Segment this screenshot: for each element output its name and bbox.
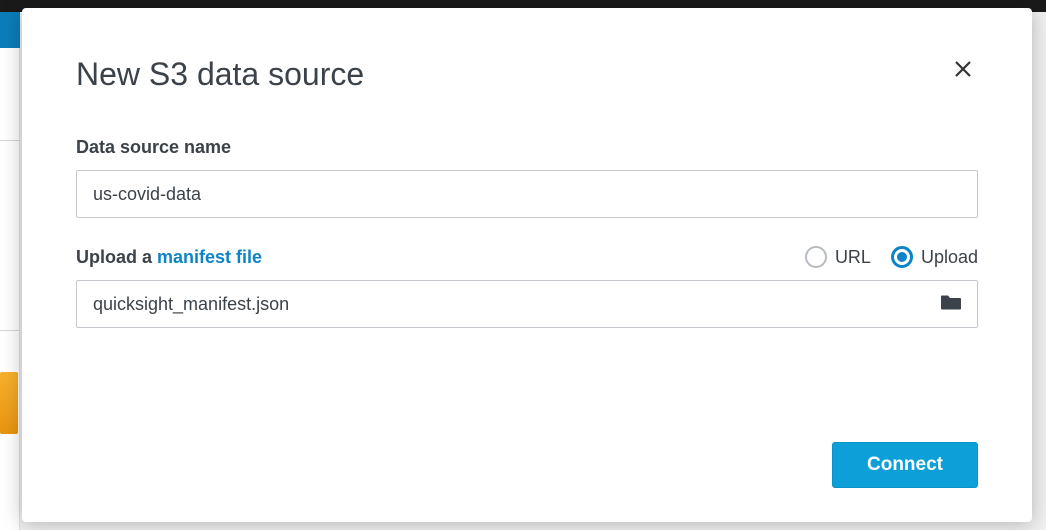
backdrop-divider	[0, 140, 20, 141]
radio-option-upload[interactable]: Upload	[891, 246, 978, 268]
radio-dot-icon	[897, 252, 907, 262]
backdrop-header-stub	[0, 12, 20, 48]
manifest-file-input[interactable]	[76, 280, 978, 328]
data-source-name-input[interactable]	[76, 170, 978, 218]
close-button[interactable]	[948, 56, 978, 82]
data-source-name-group: Data source name	[76, 137, 978, 218]
manifest-file-label: Upload a manifest file	[76, 247, 262, 268]
backdrop-tile-stub	[0, 372, 18, 434]
connect-button[interactable]: Connect	[832, 442, 978, 488]
manifest-label-prefix: Upload a	[76, 247, 157, 267]
radio-option-url[interactable]: URL	[805, 246, 871, 268]
folder-icon	[940, 294, 962, 312]
close-icon	[954, 60, 972, 78]
modal-header: New S3 data source	[76, 56, 978, 93]
radio-circle-icon	[891, 246, 913, 268]
manifest-source-radio-group: URL Upload	[805, 246, 978, 268]
manifest-file-link[interactable]: manifest file	[157, 247, 262, 267]
backdrop-divider	[0, 330, 20, 331]
radio-circle-icon	[805, 246, 827, 268]
new-s3-data-source-modal: New S3 data source Data source name Uplo…	[22, 8, 1032, 522]
browse-file-button[interactable]	[934, 288, 968, 321]
modal-title: New S3 data source	[76, 56, 364, 93]
radio-label-url: URL	[835, 247, 871, 268]
backdrop-side	[0, 48, 20, 530]
manifest-file-group: Upload a manifest file URL Upload	[76, 246, 978, 328]
radio-label-upload: Upload	[921, 247, 978, 268]
data-source-name-label: Data source name	[76, 137, 978, 158]
modal-footer: Connect	[76, 422, 978, 488]
